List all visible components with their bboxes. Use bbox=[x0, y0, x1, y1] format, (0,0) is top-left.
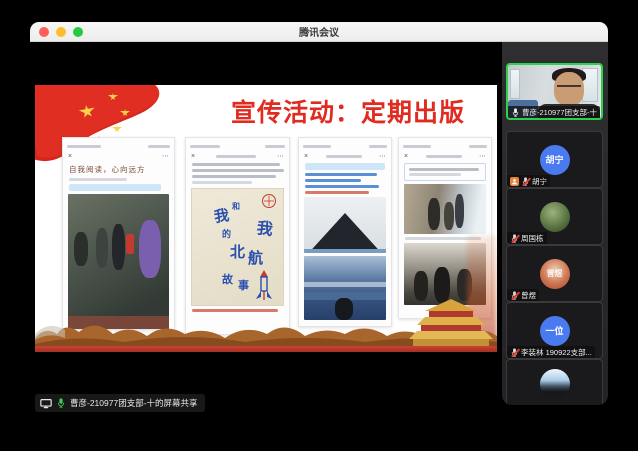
library-photo bbox=[404, 184, 486, 234]
muted-mic-icon bbox=[510, 348, 519, 357]
participant-label: 周国栋 bbox=[507, 232, 547, 244]
article-card-3: × ⋯ bbox=[298, 137, 392, 327]
participant-tile[interactable]: 一位 李装林 190922支部... bbox=[506, 302, 603, 359]
window-title: 腾讯会议 bbox=[299, 24, 339, 39]
close-icon: × bbox=[68, 153, 72, 160]
slide-bottom-band bbox=[35, 346, 497, 352]
close-icon: × bbox=[191, 153, 195, 160]
more-icon: ⋯ bbox=[479, 153, 486, 160]
participant-tile[interactable]: 周国栋 bbox=[506, 188, 603, 245]
article-card-2: × ⋯ 我 和 我 的 北 航 故 bbox=[185, 137, 290, 335]
participant-label: 曹彦-210977团支部-十 bbox=[508, 106, 600, 118]
golden-temple bbox=[407, 299, 495, 347]
slide-title: 宣传活动：定期出版 bbox=[203, 93, 493, 129]
close-icon: × bbox=[404, 153, 408, 160]
avatar: 曾煜 bbox=[540, 259, 570, 289]
shared-slide: 宣传活动：定期出版 × ⋯ 自我阅读，心向远方 bbox=[35, 85, 497, 352]
article-card-1: × ⋯ 自我阅读，心向远方 bbox=[62, 137, 175, 330]
mic-on-icon bbox=[511, 108, 520, 117]
desktop: 腾讯会议 宣传活动：定期出版 bbox=[0, 0, 638, 451]
avatar: 胡宁 bbox=[540, 145, 570, 175]
more-icon: ⋯ bbox=[379, 153, 386, 160]
screen-share-icon bbox=[40, 398, 52, 409]
more-icon: ⋯ bbox=[162, 153, 169, 160]
muted-mic-icon bbox=[510, 291, 519, 300]
meeting-content: 宣传活动：定期出版 × ⋯ 自我阅读，心向远方 bbox=[30, 42, 608, 432]
arena-photo bbox=[304, 197, 386, 253]
minimize-button[interactable] bbox=[56, 27, 66, 37]
poster-image: 我 和 我 的 北 航 故 事 bbox=[191, 188, 284, 306]
rocket-drawing bbox=[253, 269, 275, 303]
participants-panel[interactable]: 曹彦-210977团支部-十 胡宁 胡宁 bbox=[502, 42, 608, 405]
window-titlebar: 腾讯会议 bbox=[30, 22, 608, 42]
share-banner-label: 曹彦-210977团支部-十的屏幕共享 bbox=[70, 397, 198, 409]
traffic-lights bbox=[39, 22, 83, 42]
avatar bbox=[540, 202, 570, 232]
screen-share-banner: 曹彦-210977团支部-十的屏幕共享 bbox=[35, 394, 205, 412]
fullscreen-button[interactable] bbox=[73, 27, 83, 37]
meeting-window: 腾讯会议 宣传活动：定期出版 bbox=[30, 22, 608, 432]
mic-icon bbox=[56, 398, 66, 408]
close-button[interactable] bbox=[39, 27, 49, 37]
participant-label: 胡宁 bbox=[507, 175, 550, 187]
article-title: 自我阅读，心向远方 bbox=[69, 164, 168, 175]
muted-mic-icon bbox=[521, 177, 530, 186]
participant-label: 曾煜 bbox=[507, 289, 539, 301]
muted-mic-icon bbox=[510, 234, 519, 243]
participant-tile[interactable]: 胡宁 胡宁 bbox=[506, 131, 603, 188]
avatar: 一位 bbox=[540, 316, 570, 346]
more-icon: ⋯ bbox=[277, 153, 284, 160]
participant-tile[interactable] bbox=[506, 359, 603, 405]
close-icon: × bbox=[304, 153, 308, 160]
stamp-drawing bbox=[261, 193, 277, 209]
avatar bbox=[540, 369, 570, 399]
participant-tile[interactable]: 曾煜 曾煜 bbox=[506, 245, 603, 302]
participant-label: 李装林 190922支部... bbox=[507, 346, 595, 358]
participant-tile-video[interactable]: 曹彦-210977团支部-十 bbox=[506, 63, 603, 120]
member-badge-icon bbox=[510, 177, 519, 186]
